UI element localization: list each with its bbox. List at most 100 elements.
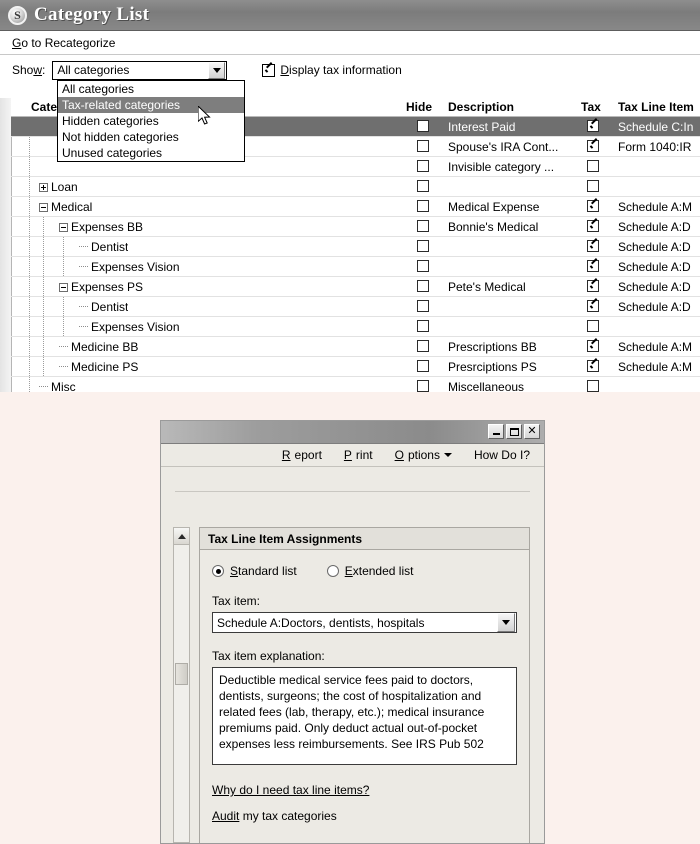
show-dropdown-option-0[interactable]: All categories xyxy=(58,81,244,97)
divider xyxy=(175,491,530,492)
tax-checkbox[interactable] xyxy=(587,340,599,352)
options-menu-item[interactable]: Options xyxy=(395,448,452,462)
chevron-down-icon[interactable] xyxy=(497,613,515,632)
category-label: Expenses Vision xyxy=(91,260,180,274)
extended-list-label: Extended list xyxy=(344,564,414,578)
tax-checkbox[interactable] xyxy=(587,240,599,252)
display-tax-information-checkbox[interactable]: Display tax information xyxy=(262,63,402,77)
how-do-i-menu-item[interactable]: How Do I? xyxy=(474,448,530,462)
column-header-hide[interactable]: Hide xyxy=(406,100,432,114)
why-need-tax-line-items-link[interactable]: Why do I need tax line items? xyxy=(212,783,517,797)
show-dropdown-option-3[interactable]: Not hidden categories xyxy=(58,129,244,145)
table-row[interactable]: Medicine PS Presrciptions PS Schedule A:M xyxy=(11,357,700,377)
hide-checkbox[interactable] xyxy=(417,180,429,192)
table-row[interactable]: Expenses Vision Schedule A:D xyxy=(11,257,700,277)
hide-checkbox[interactable] xyxy=(417,360,429,372)
tax-item-combo[interactable]: Schedule A:Doctors, dentists, hospitals xyxy=(212,612,517,633)
tree-guide-line xyxy=(63,297,65,316)
cell-tax-line-item: Schedule A:M xyxy=(618,340,693,354)
tax-checkbox[interactable] xyxy=(587,220,599,232)
tax-checkbox[interactable] xyxy=(587,360,599,372)
help-links: Why do I need tax line items? Audit my t… xyxy=(212,783,517,823)
tree-guide-line xyxy=(63,317,65,336)
hide-checkbox[interactable] xyxy=(417,280,429,292)
show-dropdown-option-4[interactable]: Unused categories xyxy=(58,145,244,161)
tax-checkbox[interactable] xyxy=(587,180,599,192)
column-header-tax[interactable]: Tax xyxy=(581,100,601,114)
cell-description: Prescriptions BB xyxy=(448,340,537,354)
hide-checkbox[interactable] xyxy=(417,160,429,172)
table-row[interactable]: Expenses PS Pete's Medical Schedule A:D xyxy=(11,277,700,297)
hide-checkbox[interactable] xyxy=(417,120,429,132)
show-combo[interactable]: All categories xyxy=(52,60,228,80)
hide-checkbox[interactable] xyxy=(417,220,429,232)
hide-checkbox[interactable] xyxy=(417,340,429,352)
table-row[interactable]: Expenses Vision xyxy=(11,317,700,337)
tax-window-menubar: Report Print Options How Do I? xyxy=(161,444,544,467)
table-row[interactable]: Loan xyxy=(11,177,700,197)
tax-checkbox[interactable] xyxy=(587,380,599,392)
collapse-icon[interactable] xyxy=(59,282,68,292)
vertical-scrollbar[interactable] xyxy=(173,527,190,843)
scrollbar-thumb[interactable] xyxy=(175,663,188,685)
tree-guide-line xyxy=(29,337,31,356)
close-icon[interactable]: ✕ xyxy=(524,424,540,439)
tree-guide-line xyxy=(29,217,31,236)
tax-checkbox[interactable] xyxy=(587,300,599,312)
audit-tax-categories-link[interactable]: Audit my tax categories xyxy=(212,809,517,823)
show-dropdown-option-2[interactable]: Hidden categories xyxy=(58,113,244,129)
tax-checkbox[interactable] xyxy=(587,200,599,212)
print-menu-item[interactable]: Print xyxy=(344,448,373,462)
hide-checkbox[interactable] xyxy=(417,300,429,312)
column-header-tax-line-item[interactable]: Tax Line Item xyxy=(618,100,694,114)
category-label: Medicine PS xyxy=(71,360,139,374)
table-row[interactable]: Dentist Schedule A:D xyxy=(11,297,700,317)
cell-category: Medicine PS xyxy=(59,360,138,374)
standard-list-radio[interactable]: Standard list xyxy=(212,564,297,578)
collapse-icon[interactable] xyxy=(59,222,68,232)
tax-checkbox[interactable] xyxy=(587,140,599,152)
cell-description: Presrciptions PS xyxy=(448,360,537,374)
tree-guide-line xyxy=(43,217,45,236)
extended-list-radio[interactable]: Extended list xyxy=(326,564,414,578)
tax-checkbox[interactable] xyxy=(587,280,599,292)
hide-checkbox[interactable] xyxy=(417,380,429,392)
column-header-description[interactable]: Description xyxy=(448,100,514,114)
tax-checkbox[interactable] xyxy=(587,260,599,272)
hide-checkbox[interactable] xyxy=(417,140,429,152)
expand-icon[interactable] xyxy=(39,182,48,192)
hide-checkbox[interactable] xyxy=(417,260,429,272)
cell-tax-line-item: Schedule C:In xyxy=(618,120,694,134)
table-row[interactable]: Misc Miscellaneous xyxy=(11,377,700,392)
cell-tax-line-item: Schedule A:D xyxy=(618,220,691,234)
tax-checkbox[interactable] xyxy=(587,320,599,332)
go-to-recategorize-link[interactable]: Go to Recategorize xyxy=(12,36,115,50)
chevron-down-icon[interactable] xyxy=(208,61,226,79)
category-label: Dentist xyxy=(91,240,129,254)
tax-checkbox[interactable] xyxy=(587,120,599,132)
table-row[interactable]: Medical Medical Expense Schedule A:M xyxy=(11,197,700,217)
tree-guide-line xyxy=(29,297,31,316)
radio-button xyxy=(212,565,224,577)
show-dropdown-list[interactable]: All categories Tax-related categories Hidd… xyxy=(57,80,245,162)
minimize-icon[interactable] xyxy=(488,424,504,439)
tax-checkbox[interactable] xyxy=(587,160,599,172)
scroll-up-icon[interactable] xyxy=(174,528,189,545)
hide-checkbox[interactable] xyxy=(417,320,429,332)
print-label: rint xyxy=(355,448,373,462)
hide-checkbox[interactable] xyxy=(417,240,429,252)
maximize-icon[interactable] xyxy=(506,424,522,439)
table-row[interactable]: Expenses BB Bonnie's Medical Schedule A:D xyxy=(11,217,700,237)
collapse-icon[interactable] xyxy=(39,202,48,212)
hide-checkbox[interactable] xyxy=(417,200,429,212)
tree-guide-line xyxy=(43,357,45,376)
table-row[interactable]: Medicine BB Prescriptions BB Schedule A:M xyxy=(11,337,700,357)
cell-tax-line-item: Schedule A:M xyxy=(618,200,693,214)
tax-line-item-assignments-group: Tax Line Item Assignments Standard list … xyxy=(199,527,530,843)
tax-line-item-window: ✕ Report Print Options How Do I? Tax Lin… xyxy=(160,420,545,844)
show-dropdown-option-1[interactable]: Tax-related categories xyxy=(58,97,244,113)
cell-category: Expenses BB xyxy=(59,220,143,234)
report-menu-item[interactable]: Report xyxy=(282,448,322,462)
quicken-s-logo-icon: S xyxy=(8,5,27,25)
table-row[interactable]: Dentist Schedule A:D xyxy=(11,237,700,257)
